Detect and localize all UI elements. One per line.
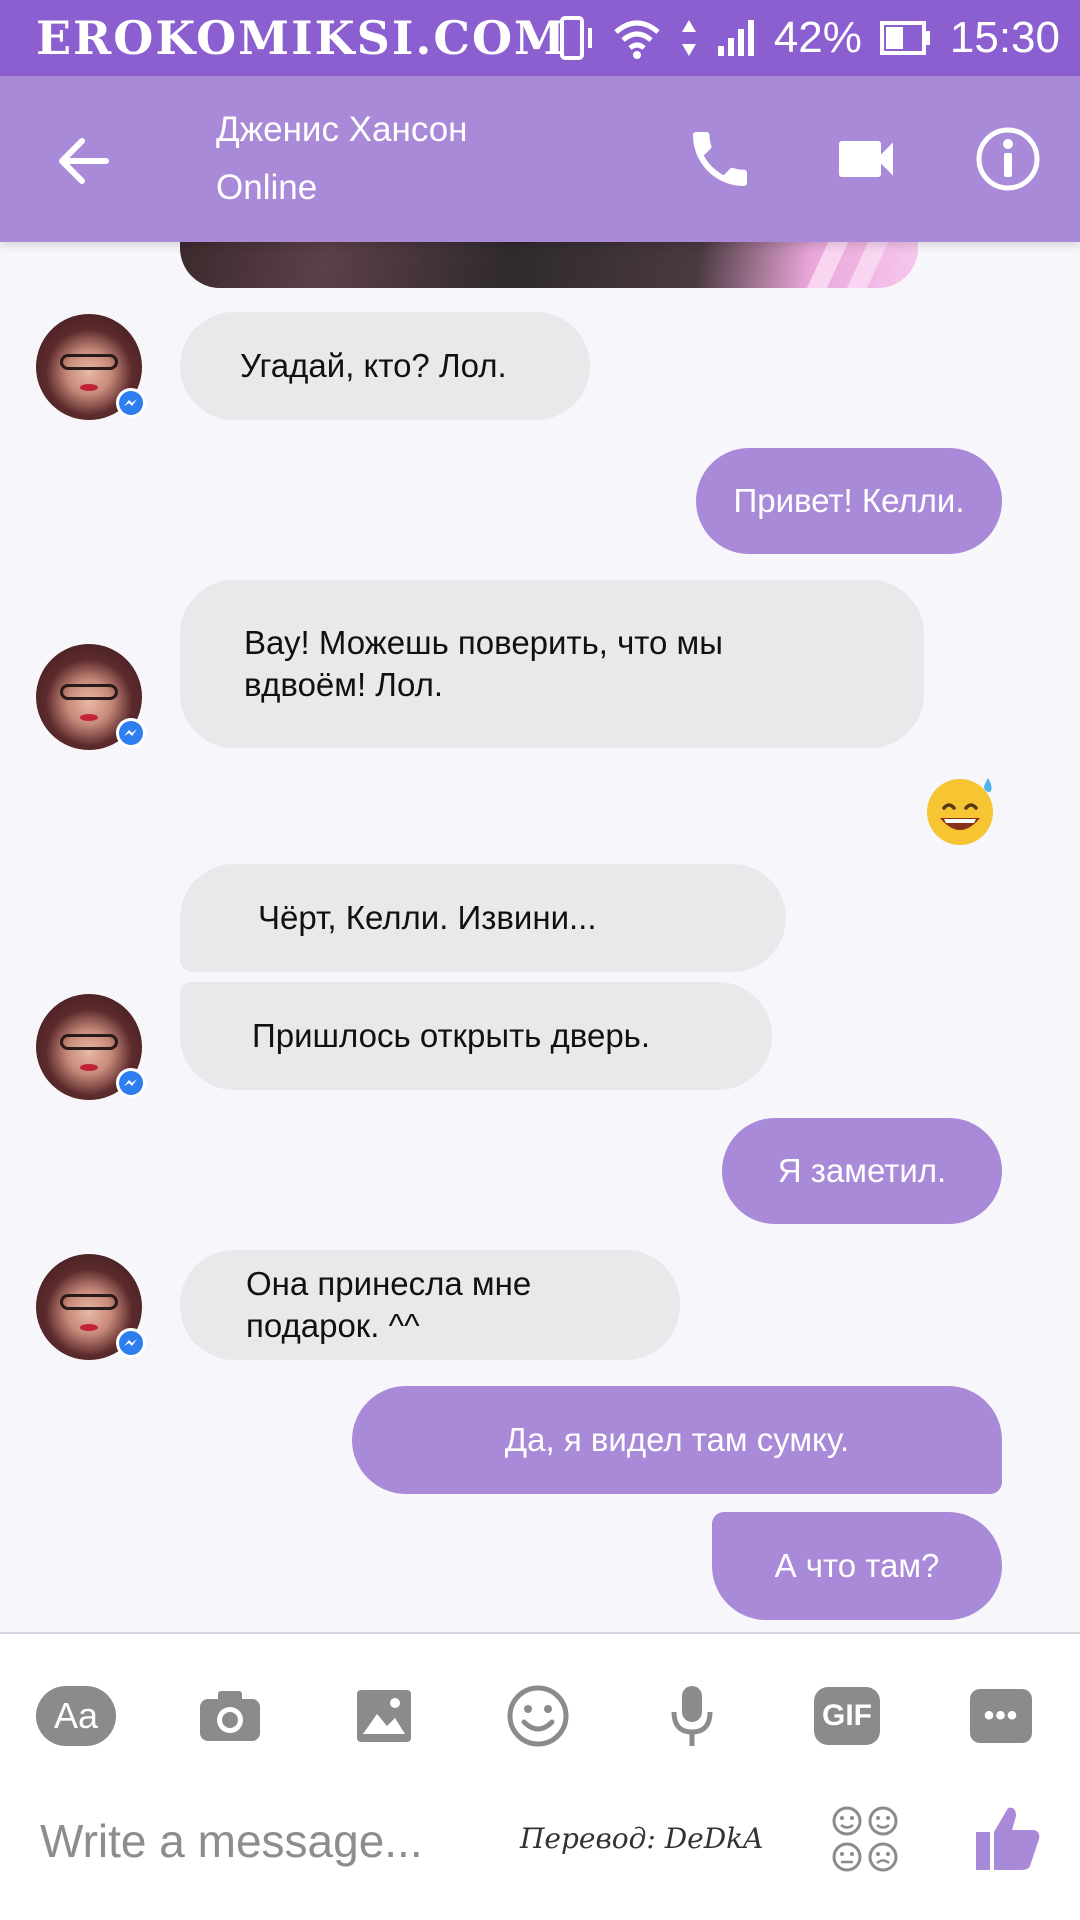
image-icon — [357, 1690, 411, 1742]
wifi-icon — [612, 16, 662, 60]
voice-call-button[interactable] — [684, 123, 756, 195]
grinning-sweat-emoji-icon[interactable] — [924, 772, 1000, 848]
shared-image-bubble[interactable] — [180, 242, 918, 288]
status-icons: 42% 15:30 — [550, 0, 1060, 76]
incoming-message[interactable]: Вау! Можешь поверить, что мы вдвоём! Лол… — [180, 580, 924, 748]
back-arrow-icon — [59, 138, 109, 184]
messenger-badge-icon — [116, 1328, 146, 1358]
avatar-glasses — [60, 684, 118, 700]
messenger-badge-icon — [116, 718, 146, 748]
text-format-button[interactable]: Aa — [36, 1686, 116, 1746]
video-call-button[interactable] — [830, 123, 902, 195]
stickers-icon — [832, 1806, 898, 1872]
signal-icon — [716, 18, 756, 58]
avatar-lips — [80, 714, 98, 721]
vibrate-icon — [550, 14, 594, 62]
phone-icon — [693, 132, 747, 186]
outgoing-message[interactable]: Я заметил. — [722, 1118, 1002, 1224]
contact-avatar[interactable] — [36, 1254, 146, 1360]
outgoing-message[interactable]: Да, я видел там сумку. — [352, 1386, 1002, 1494]
avatar-lips — [80, 1064, 98, 1071]
image-stripe — [846, 242, 894, 288]
contact-status: Online — [216, 168, 318, 207]
incoming-message[interactable]: Угадай, кто? Лол. — [180, 312, 590, 420]
voice-message-button[interactable] — [652, 1676, 732, 1756]
incoming-message[interactable]: Чёрт, Келли. Извини... — [180, 864, 786, 972]
back-button[interactable] — [50, 126, 120, 196]
message-text: А что там? — [774, 1547, 940, 1584]
battery-icon — [879, 21, 932, 55]
conversation-header: Дженис Хансон Online — [0, 76, 1080, 242]
contact-avatar[interactable] — [36, 644, 146, 750]
gallery-button[interactable] — [344, 1676, 424, 1756]
messenger-badge-icon — [116, 388, 146, 418]
message-text: Пришлось открыть дверь. — [252, 1017, 651, 1054]
message-text: Привет! Келли. — [733, 482, 965, 519]
composer-bar: Aa GIF ••• Перевод: DeDkA — [0, 1632, 1080, 1920]
message-text: Да, я видел там сумку. — [504, 1421, 850, 1458]
incoming-message[interactable]: Она принесла мне подарок. ^^ — [180, 1250, 680, 1360]
avatar-glasses — [60, 1294, 118, 1310]
message-text: Чёрт, Келли. Извини... — [258, 899, 597, 936]
status-bar: EROKOMIKSI.COM 42% 15:30 — [0, 0, 1080, 76]
stickers-button[interactable] — [830, 1804, 900, 1874]
message-list[interactable]: Угадай, кто? Лол. Привет! Келли. Вау! Мо… — [0, 242, 1080, 1632]
brand-watermark: EROKOMIKSI.COM — [36, 11, 567, 65]
camera-button[interactable] — [190, 1676, 270, 1756]
translation-credit: Перевод: DeDkA — [520, 1822, 764, 1855]
message-input[interactable] — [40, 1806, 480, 1876]
avatar-lips — [80, 1324, 98, 1331]
clock: 15:30 — [949, 13, 1060, 62]
message-text: Вау! Можешь поверить, что мы — [244, 624, 723, 661]
smiley-icon — [507, 1685, 569, 1747]
message-text: вдвоём! Лол. — [244, 666, 444, 703]
messenger-badge-icon — [116, 1068, 146, 1098]
image-stripe — [806, 242, 854, 288]
info-icon — [976, 127, 1040, 191]
video-camera-icon — [839, 141, 893, 177]
contact-avatar[interactable] — [36, 314, 146, 420]
gif-button[interactable]: GIF — [814, 1687, 880, 1745]
avatar-lips — [80, 384, 98, 391]
incoming-message[interactable]: Пришлось открыть дверь. — [180, 982, 772, 1090]
avatar-glasses — [60, 1034, 118, 1050]
contact-name[interactable]: Дженис Хансон — [216, 110, 468, 150]
outgoing-message[interactable]: А что там? — [712, 1512, 1002, 1620]
camera-icon — [200, 1691, 260, 1741]
like-button[interactable] — [972, 1802, 1044, 1874]
microphone-icon — [671, 1686, 713, 1746]
message-text: Я заметил. — [777, 1152, 947, 1189]
thumbs-up-icon — [976, 1807, 1040, 1870]
info-button[interactable] — [972, 123, 1044, 195]
data-arrows-icon — [680, 18, 698, 58]
outgoing-message[interactable]: Привет! Келли. — [696, 448, 1002, 554]
message-text: подарок. ^^ — [246, 1307, 420, 1344]
more-options-button[interactable]: ••• — [970, 1689, 1032, 1743]
battery-percent: 42% — [773, 13, 862, 62]
message-text: Угадай, кто? Лол. — [240, 347, 507, 384]
message-text: Она принесла мне — [246, 1265, 532, 1302]
contact-avatar[interactable] — [36, 994, 146, 1100]
avatar-glasses — [60, 354, 118, 370]
emoji-button[interactable] — [498, 1676, 578, 1756]
